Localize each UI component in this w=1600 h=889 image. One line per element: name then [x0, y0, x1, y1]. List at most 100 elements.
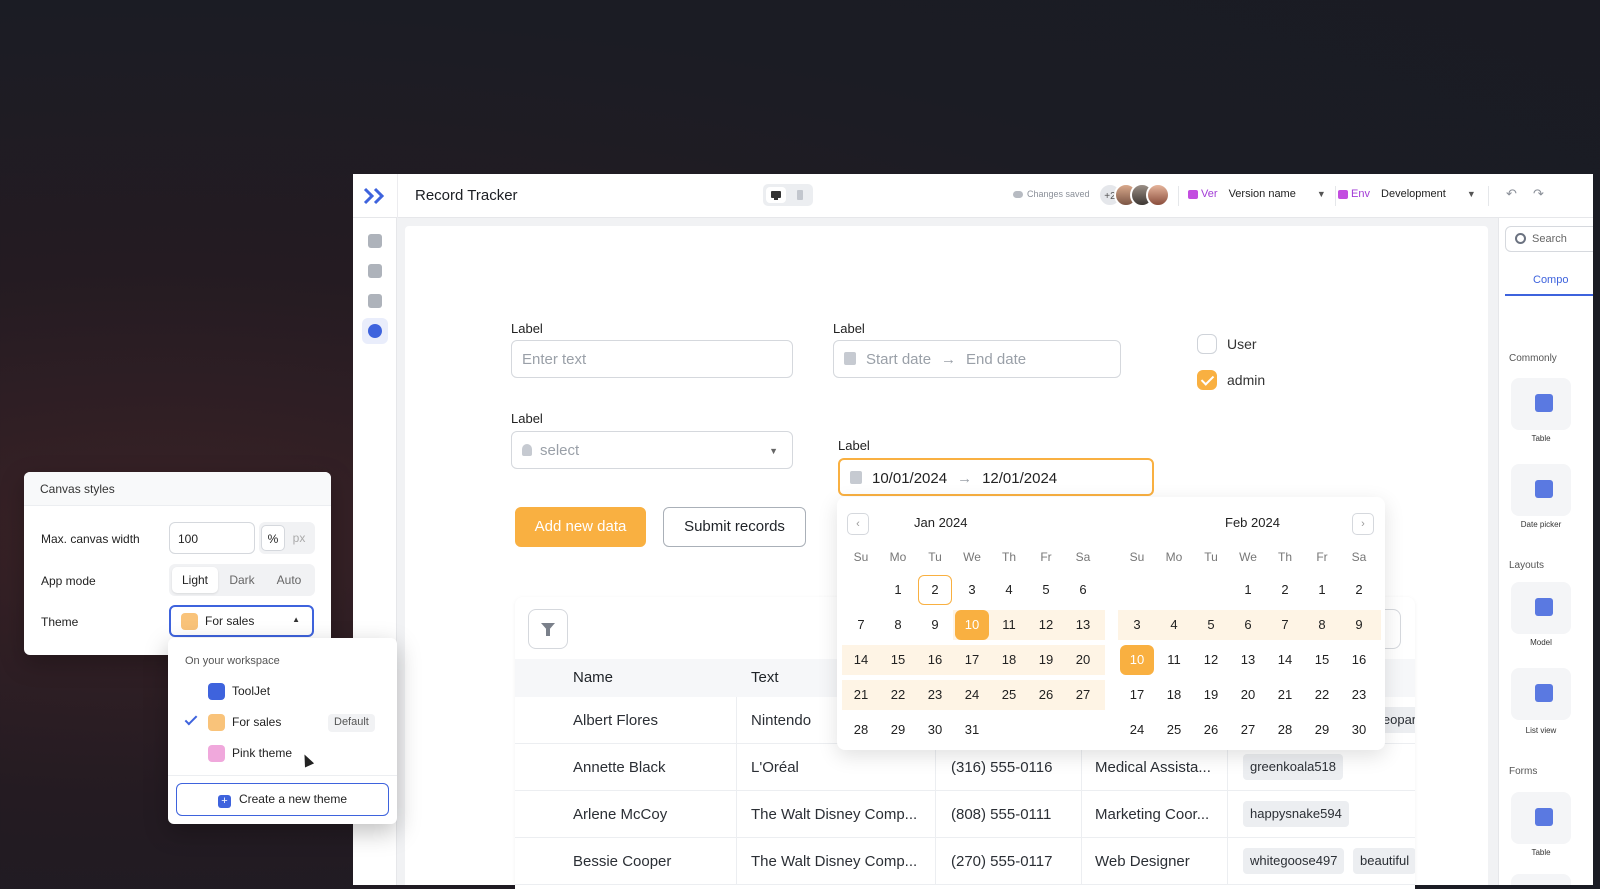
- calendar-day[interactable]: 24: [955, 680, 989, 710]
- calendar-day[interactable]: 26: [1194, 715, 1228, 745]
- theme-option-pink[interactable]: Pink theme: [168, 740, 397, 768]
- calendar-day[interactable]: 2: [1342, 575, 1376, 605]
- theme-option-tooljet[interactable]: ToolJet: [168, 678, 397, 706]
- calendar-day[interactable]: 11: [992, 610, 1026, 640]
- user-checkbox[interactable]: [1197, 334, 1217, 354]
- calendar-day[interactable]: 14: [1268, 645, 1302, 675]
- inspector-button[interactable]: [362, 258, 388, 284]
- tab-components[interactable]: Compo: [1505, 274, 1593, 296]
- calendar-day[interactable]: 8: [881, 610, 915, 640]
- calendar-day[interactable]: 10: [1120, 645, 1154, 675]
- prev-month-button[interactable]: ‹: [847, 513, 869, 535]
- next-month-button[interactable]: ›: [1352, 513, 1374, 535]
- component-modal[interactable]: [1511, 582, 1571, 634]
- calendar-day[interactable]: 22: [881, 680, 915, 710]
- mode-light-button[interactable]: Light: [172, 567, 218, 593]
- calendar-day[interactable]: 11: [1157, 645, 1191, 675]
- calendar-day[interactable]: 22: [1305, 680, 1339, 710]
- calendar-day[interactable]: 17: [1120, 680, 1154, 710]
- calendar-day[interactable]: 28: [1268, 715, 1302, 745]
- calendar-day[interactable]: 24: [1120, 715, 1154, 745]
- calendar-day[interactable]: 5: [1194, 610, 1228, 640]
- undo-icon[interactable]: ↶: [1506, 186, 1517, 202]
- admin-checkbox[interactable]: [1197, 370, 1217, 390]
- calendar-day[interactable]: 3: [1120, 610, 1154, 640]
- column-header-text[interactable]: Text: [751, 669, 779, 686]
- calendar-day[interactable]: 19: [1194, 680, 1228, 710]
- calendar-day[interactable]: 23: [918, 680, 952, 710]
- calendar-day[interactable]: 28: [844, 715, 878, 745]
- mode-dark-button[interactable]: Dark: [219, 567, 265, 593]
- calendar-day[interactable]: 15: [1305, 645, 1339, 675]
- redo-icon[interactable]: ↷: [1533, 186, 1544, 202]
- submit-records-button[interactable]: Submit records: [663, 507, 806, 547]
- calendar-day[interactable]: 9: [918, 610, 952, 640]
- calendar-day[interactable]: 7: [844, 610, 878, 640]
- theme-option-for-sales[interactable]: For sales Default: [168, 709, 397, 737]
- table-row[interactable]: Annette Black L'Oréal (316) 555-0116 Med…: [515, 744, 1415, 791]
- calendar-day[interactable]: 29: [881, 715, 915, 745]
- calendar-day[interactable]: 12: [1194, 645, 1228, 675]
- calendar-day[interactable]: 13: [1066, 610, 1100, 640]
- select-dropdown[interactable]: select ▼: [511, 431, 793, 469]
- filter-button[interactable]: [528, 609, 568, 649]
- calendar-day[interactable]: 20: [1231, 680, 1265, 710]
- mobile-view-button[interactable]: [790, 187, 810, 203]
- column-header-name[interactable]: Name: [573, 669, 613, 686]
- calendar-day[interactable]: 10: [955, 610, 989, 640]
- calendar-day[interactable]: 25: [992, 680, 1026, 710]
- calendar-day[interactable]: 16: [1342, 645, 1376, 675]
- calendar-day[interactable]: 1: [881, 575, 915, 605]
- calendar-day[interactable]: 12: [1029, 610, 1063, 640]
- table-row[interactable]: Bessie Cooper The Walt Disney Comp... (2…: [515, 838, 1415, 885]
- calendar-day[interactable]: 20: [1066, 645, 1100, 675]
- calendar-day[interactable]: 3: [955, 575, 989, 605]
- calendar-day[interactable]: 7: [1268, 610, 1302, 640]
- calendar-day[interactable]: 13: [1231, 645, 1265, 675]
- unit-px-button[interactable]: px: [287, 525, 311, 551]
- calendar-day[interactable]: 15: [881, 645, 915, 675]
- calendar-day[interactable]: 2: [1268, 575, 1302, 605]
- pages-button[interactable]: [362, 228, 388, 254]
- calendar-day[interactable]: 21: [1268, 680, 1302, 710]
- table-search-input[interactable]: [1385, 609, 1401, 649]
- desktop-view-button[interactable]: [766, 187, 786, 203]
- calendar-day[interactable]: 5: [1029, 575, 1063, 605]
- date-range-input-active[interactable]: 10/01/2024 → 12/01/2024: [838, 458, 1154, 496]
- table-row[interactable]: Arlene McCoy The Walt Disney Comp... (80…: [515, 791, 1415, 838]
- calendar-day[interactable]: 2: [918, 575, 952, 605]
- version-selector[interactable]: Ver Version name ▼: [1188, 188, 1326, 200]
- calendar-day[interactable]: 16: [918, 645, 952, 675]
- component-list-view[interactable]: [1511, 668, 1571, 720]
- calendar-day[interactable]: 19: [1029, 645, 1063, 675]
- calendar-day[interactable]: 17: [955, 645, 989, 675]
- calendar-day[interactable]: 23: [1342, 680, 1376, 710]
- max-canvas-width-input[interactable]: 100: [169, 522, 255, 554]
- calendar-day[interactable]: 18: [1157, 680, 1191, 710]
- calendar-day[interactable]: 26: [1029, 680, 1063, 710]
- create-theme-button[interactable]: + Create a new theme: [176, 783, 389, 816]
- mode-auto-button[interactable]: Auto: [266, 567, 312, 593]
- component-calendar[interactable]: [1511, 874, 1571, 885]
- calendar-day[interactable]: 30: [918, 715, 952, 745]
- tooljet-logo-icon[interactable]: [363, 186, 387, 206]
- calendar-day[interactable]: 8: [1305, 610, 1339, 640]
- calendar-day[interactable]: 4: [992, 575, 1026, 605]
- calendar-day[interactable]: 6: [1231, 610, 1265, 640]
- text-input[interactable]: Enter text: [511, 340, 793, 378]
- calendar-day[interactable]: 14: [844, 645, 878, 675]
- calendar-day[interactable]: 4: [1157, 610, 1191, 640]
- calendar-day[interactable]: 29: [1305, 715, 1339, 745]
- calendar-day[interactable]: 1: [1231, 575, 1265, 605]
- calendar-day[interactable]: 21: [844, 680, 878, 710]
- calendar-day[interactable]: 31: [955, 715, 989, 745]
- date-range-input[interactable]: Start date → End date: [833, 340, 1121, 378]
- calendar-day[interactable]: 6: [1066, 575, 1100, 605]
- component-search-input[interactable]: Search: [1505, 226, 1593, 252]
- unit-percent-button[interactable]: %: [261, 525, 285, 551]
- component-table[interactable]: [1511, 378, 1571, 430]
- calendar-day[interactable]: 27: [1231, 715, 1265, 745]
- calendar-day[interactable]: 9: [1342, 610, 1376, 640]
- debugger-button[interactable]: [362, 288, 388, 314]
- component-date-picker[interactable]: [1511, 464, 1571, 516]
